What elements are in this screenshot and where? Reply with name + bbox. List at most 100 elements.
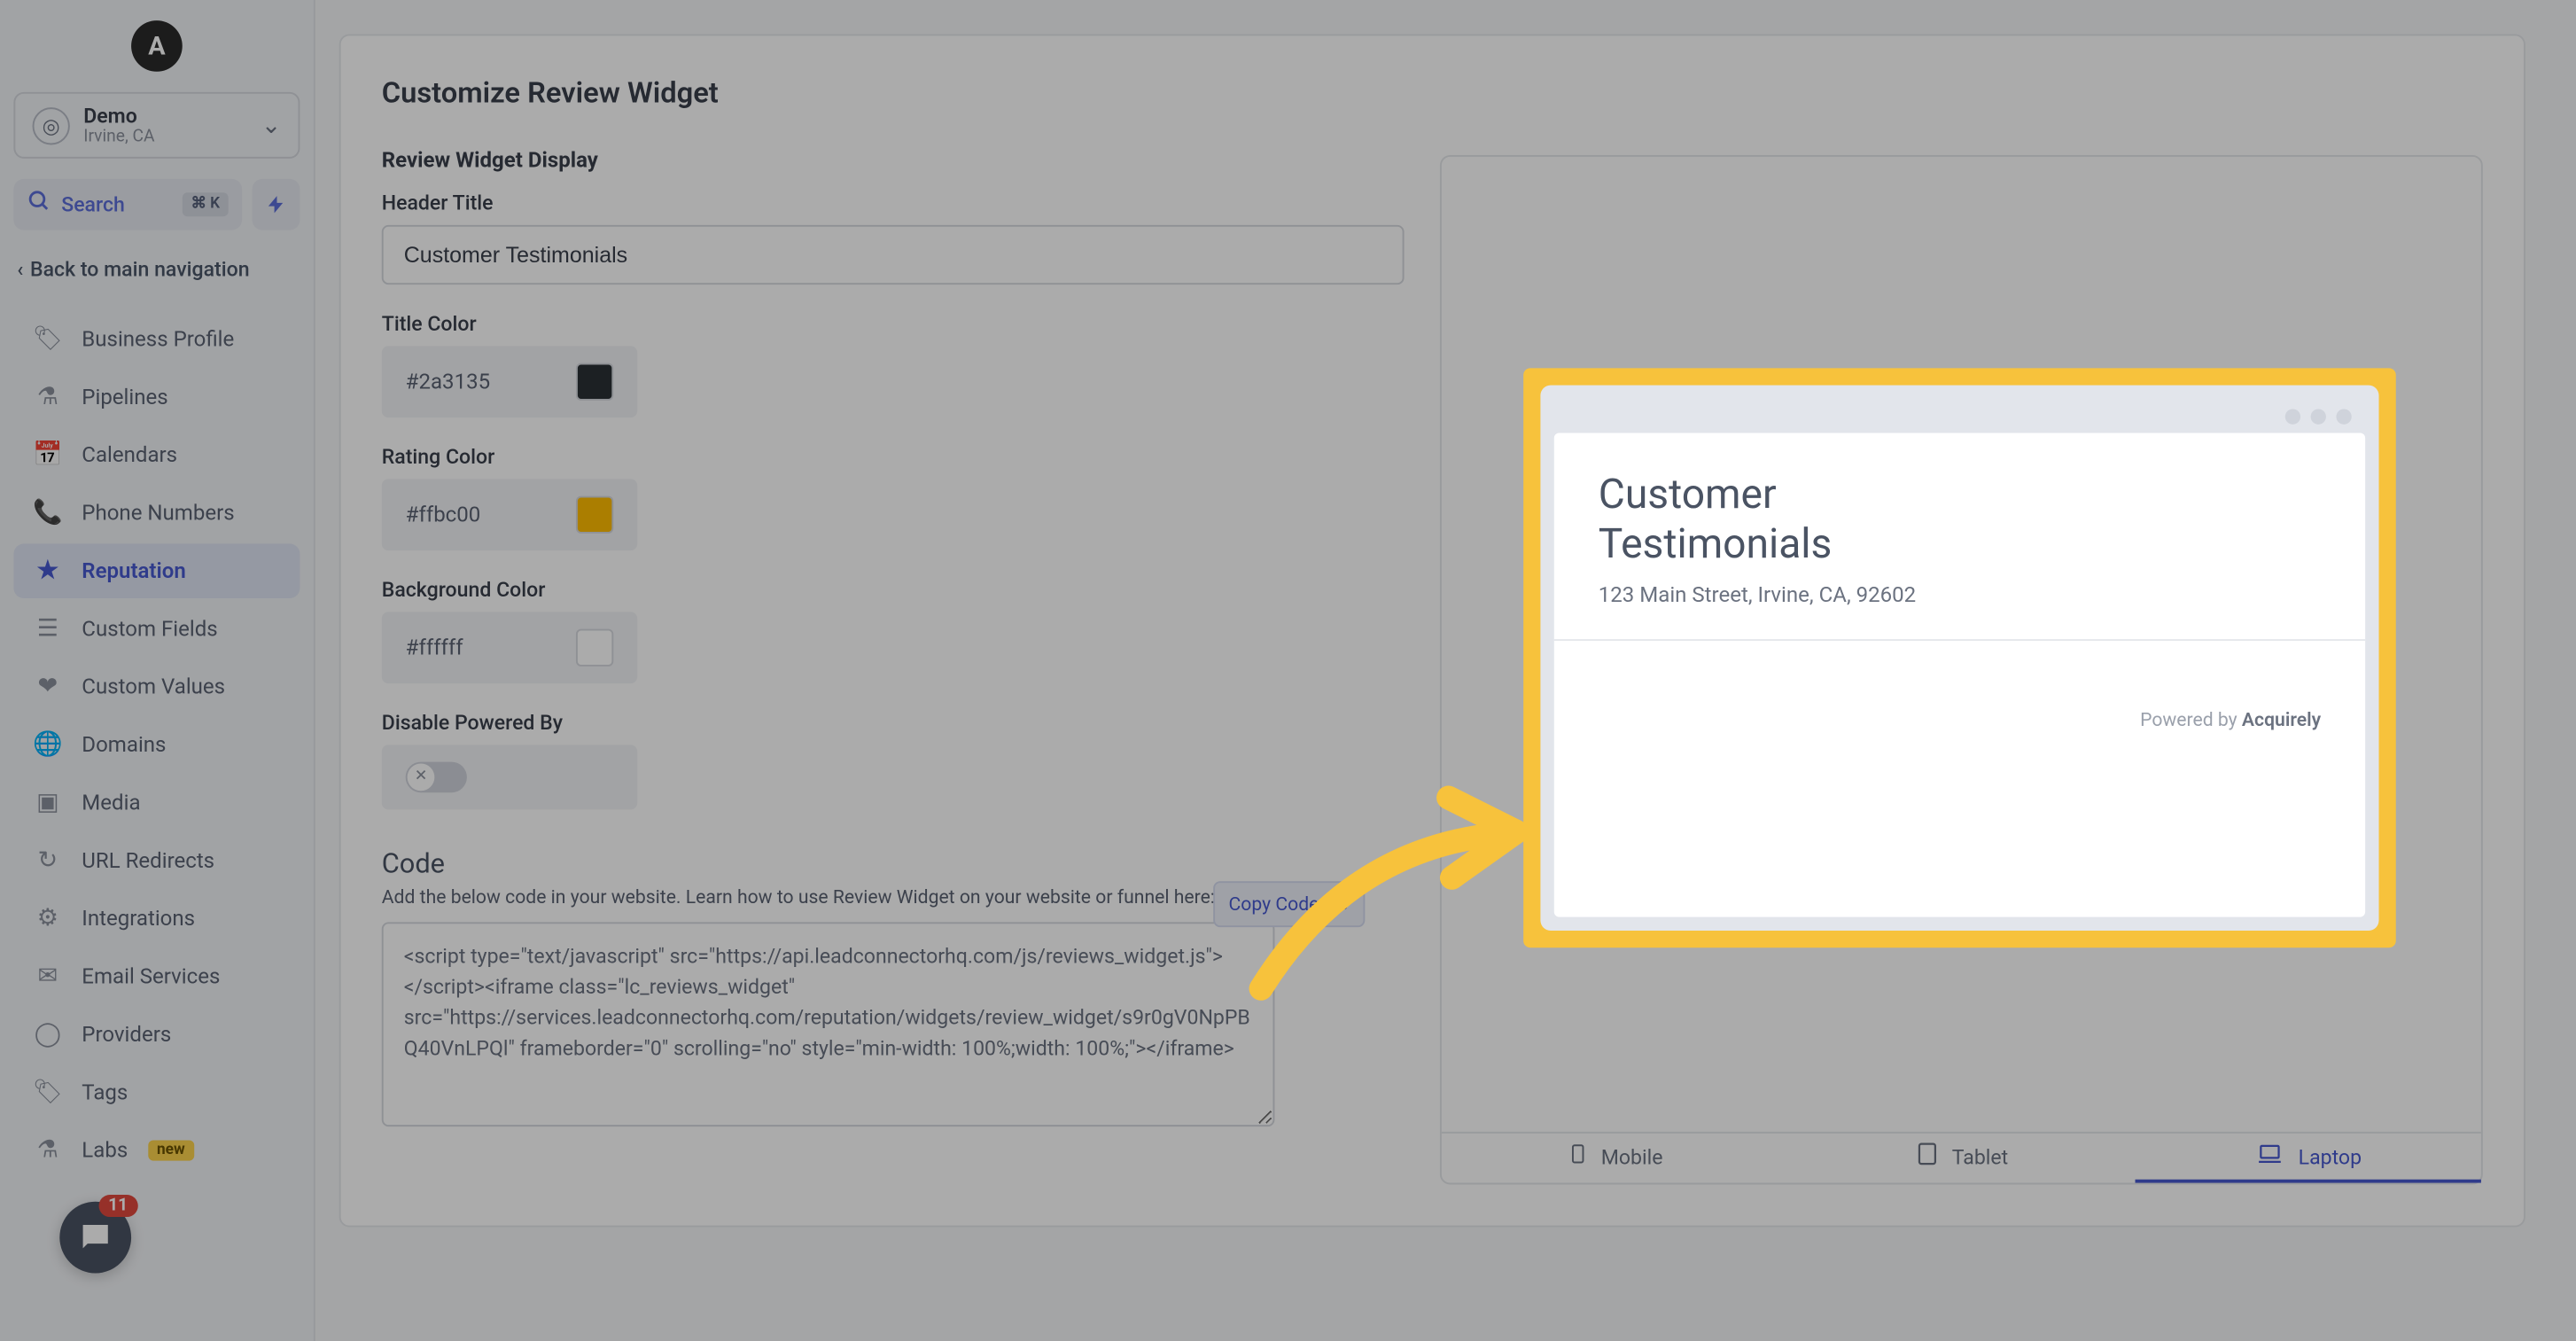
tablet-icon xyxy=(1914,1140,1938,1173)
sidebar-item-integrations[interactable]: ⚙ Integrations xyxy=(13,892,300,947)
sidebar-item-label: Custom Values xyxy=(82,674,225,700)
sidebar-item-providers[interactable]: ◯ Providers xyxy=(13,1007,300,1062)
sidebar-item-label: URL Redirects xyxy=(82,848,214,874)
sidebar-item-pipelines[interactable]: ⚗ Pipelines xyxy=(13,370,300,425)
custom-values-icon: ❤ xyxy=(34,674,61,701)
toggle-knob: ✕ xyxy=(408,764,435,791)
chevron-down-icon: ⌄ xyxy=(261,112,282,139)
device-tab-label: Tablet xyxy=(1952,1144,2008,1168)
disable-powered-label: Disable Powered By xyxy=(382,711,1405,735)
sidebar-item-custom-values[interactable]: ❤ Custom Values xyxy=(13,659,300,714)
powered-by: Powered by Acquirely xyxy=(1599,708,2321,730)
device-tab-tablet[interactable]: Tablet xyxy=(1788,1134,2135,1183)
sidebar-item-label: Calendars xyxy=(82,442,177,468)
laptop-icon xyxy=(2254,1142,2285,1171)
mock-browser-bar xyxy=(1554,399,2365,433)
mobile-icon xyxy=(1567,1140,1587,1173)
search-label: Search xyxy=(61,192,172,216)
sidebar-item-calendars[interactable]: 📅 Calendars xyxy=(13,428,300,483)
sidebar-item-media[interactable]: ▣ Media xyxy=(13,776,300,830)
disable-powered-toggle[interactable]: ✕ xyxy=(406,762,467,793)
copy-code-button[interactable]: Copy Code xyxy=(1213,881,1365,927)
sidebar-item-label: Media xyxy=(82,790,140,815)
integrations-icon: ⚙ xyxy=(34,905,61,932)
quick-actions-button[interactable] xyxy=(253,179,300,230)
chevron-left-icon: ‹ xyxy=(17,257,23,281)
url-redirects-icon: ↻ xyxy=(34,847,61,875)
sidebar-item-custom-fields[interactable]: ☰ Custom Fields xyxy=(13,602,300,657)
title-color-swatch xyxy=(576,363,613,401)
header-title-label: Header Title xyxy=(382,191,1405,214)
code-title: Code xyxy=(382,847,1405,880)
reputation-icon: ★ xyxy=(34,557,61,585)
chat-support-button[interactable]: 11 xyxy=(59,1202,131,1274)
custom-fields-icon: ☰ xyxy=(34,615,61,643)
sidebar-item-label: Pipelines xyxy=(82,385,167,410)
preview-address: 123 Main Street, Irvine, CA, 92602 xyxy=(1599,582,2321,608)
rating-color-swatch xyxy=(576,496,613,534)
sidebar-item-reputation[interactable]: ★ Reputation xyxy=(13,543,300,598)
window-dot-icon xyxy=(2285,409,2300,424)
app-logo: A xyxy=(131,20,183,72)
tags-icon: 🏷 xyxy=(34,1079,61,1106)
bg-color-label: Background Color xyxy=(382,578,1405,602)
account-name: Demo xyxy=(83,104,247,128)
account-location: Irvine, CA xyxy=(83,128,247,146)
calendars-icon: 📅 xyxy=(34,441,61,469)
embed-code-textarea[interactable]: <script type="text/javascript" src="http… xyxy=(382,922,1275,1127)
title-color-label: Title Color xyxy=(382,312,1405,336)
preview-divider xyxy=(1554,638,2365,640)
sidebar-item-label: Domains xyxy=(82,732,166,758)
sidebar-item-label: Phone Numbers xyxy=(82,500,234,526)
location-pin-icon: ◎ xyxy=(33,106,70,144)
section-label: Review Widget Display xyxy=(382,148,1405,174)
email-services-icon: ✉ xyxy=(34,963,61,990)
sidebar-item-domains[interactable]: 🌐 Domains xyxy=(13,718,300,773)
account-switcher[interactable]: ◎ Demo Irvine, CA ⌄ xyxy=(13,92,300,159)
new-badge: new xyxy=(148,1140,193,1160)
sidebar-item-tags[interactable]: 🏷 Tags xyxy=(13,1065,300,1120)
labs-icon: ⚗ xyxy=(34,1137,61,1165)
sidebar-item-label: Tags xyxy=(82,1080,128,1105)
sidebar-item-label: Email Services xyxy=(82,963,220,989)
preview-heading: Customer Testimonials xyxy=(1599,471,1940,569)
pipelines-icon: ⚗ xyxy=(34,384,61,411)
chat-badge-count: 11 xyxy=(98,1195,138,1217)
sidebar-item-label: Integrations xyxy=(82,906,195,932)
title-color-picker[interactable]: #2a3135 xyxy=(382,346,637,417)
sidebar-item-label: Reputation xyxy=(82,558,185,584)
window-dot-icon xyxy=(2311,409,2326,424)
device-tab-laptop[interactable]: Laptop xyxy=(2135,1134,2481,1183)
sidebar-item-url-redirects[interactable]: ↻ URL Redirects xyxy=(13,833,300,888)
search-input[interactable]: Search ⌘ K xyxy=(13,179,242,230)
business-profile-icon: 🏷 xyxy=(34,325,61,353)
media-icon: ▣ xyxy=(34,789,61,816)
header-title-input[interactable] xyxy=(382,225,1405,285)
device-tab-label: Mobile xyxy=(1601,1144,1663,1168)
back-to-main-nav[interactable]: ‹ Back to main navigation xyxy=(13,251,300,288)
search-shortcut: ⌘ K xyxy=(183,192,229,216)
page-title: Customize Review Widget xyxy=(382,77,2483,111)
domains-icon: 🌐 xyxy=(34,731,61,759)
sidebar-item-labs[interactable]: ⚗ Labsnew xyxy=(13,1123,300,1178)
window-dot-icon xyxy=(2336,409,2351,424)
sidebar-item-label: Business Profile xyxy=(82,326,234,352)
sidebar: A ◎ Demo Irvine, CA ⌄ Search ⌘ K ‹ B xyxy=(0,0,315,1341)
sidebar-item-label: Providers xyxy=(82,1022,171,1048)
sidebar-item-label: Labs xyxy=(82,1138,128,1164)
device-tab-label: Laptop xyxy=(2299,1144,2362,1168)
bg-color-swatch xyxy=(576,629,613,667)
bg-color-picker[interactable]: #ffffff xyxy=(382,612,637,683)
sidebar-item-email-services[interactable]: ✉ Email Services xyxy=(13,949,300,1004)
mock-browser: Customer Testimonials 123 Main Street, I… xyxy=(1540,386,2378,931)
copy-icon xyxy=(1329,892,1350,917)
search-icon xyxy=(27,189,51,220)
device-tab-mobile[interactable]: Mobile xyxy=(1442,1134,1788,1183)
sidebar-item-label: Custom Fields xyxy=(82,616,217,642)
sidebar-item-business-profile[interactable]: 🏷 Business Profile xyxy=(13,312,300,367)
rating-color-picker[interactable]: #ffbc00 xyxy=(382,479,637,550)
phone-numbers-icon: 📞 xyxy=(34,499,61,526)
sidebar-item-phone-numbers[interactable]: 📞 Phone Numbers xyxy=(13,486,300,541)
providers-icon: ◯ xyxy=(34,1021,61,1049)
rating-color-label: Rating Color xyxy=(382,445,1405,469)
